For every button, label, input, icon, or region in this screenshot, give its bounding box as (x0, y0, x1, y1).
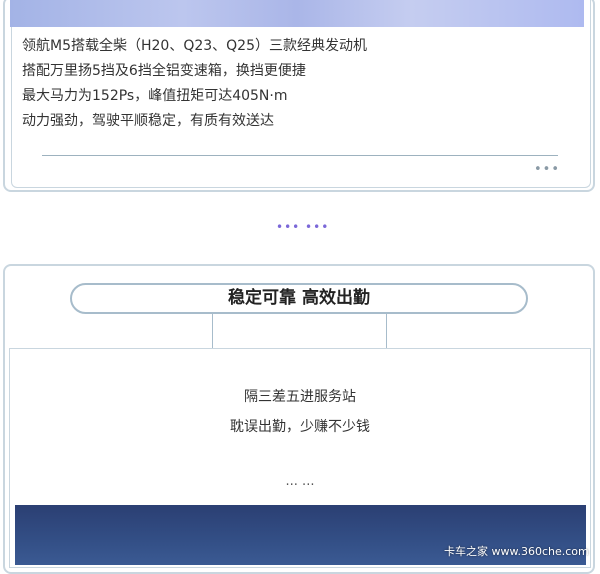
card-divider (42, 155, 558, 156)
description-line: 最大马力为152Ps，峰值扭矩可达405N·m (22, 88, 288, 104)
reliability-line: 隔三差五进服务站 (244, 389, 356, 405)
reliability-ellipsis: ... ... (285, 474, 315, 489)
connector-line-right (386, 314, 387, 349)
top-banner-image (10, 0, 584, 27)
description-line: 搭配万里扬5挡及6挡全铝变速箱，换挡更便捷 (22, 63, 306, 79)
section-heading: 稳定可靠 高效出勤 (70, 283, 528, 314)
description-line: 领航M5搭载全柴（H20、Q23、Q25）三款经典发动机 (22, 38, 367, 54)
connector-line-left (212, 314, 213, 349)
engine-description-list: 领航M5搭载全柴（H20、Q23、Q25）三款经典发动机 搭配万里扬5挡及6挡全… (22, 34, 367, 134)
more-options-icon[interactable]: ••• (534, 162, 560, 177)
site-watermark: 卡车之家 www.360che.com (444, 545, 589, 558)
reliability-line: 耽误出勤，少赚不少钱 (230, 419, 370, 435)
description-line: 动力强劲，驾驶平顺稳定，有质有效送达 (22, 113, 274, 129)
section-separator-dots: ••• ••• (276, 220, 330, 234)
